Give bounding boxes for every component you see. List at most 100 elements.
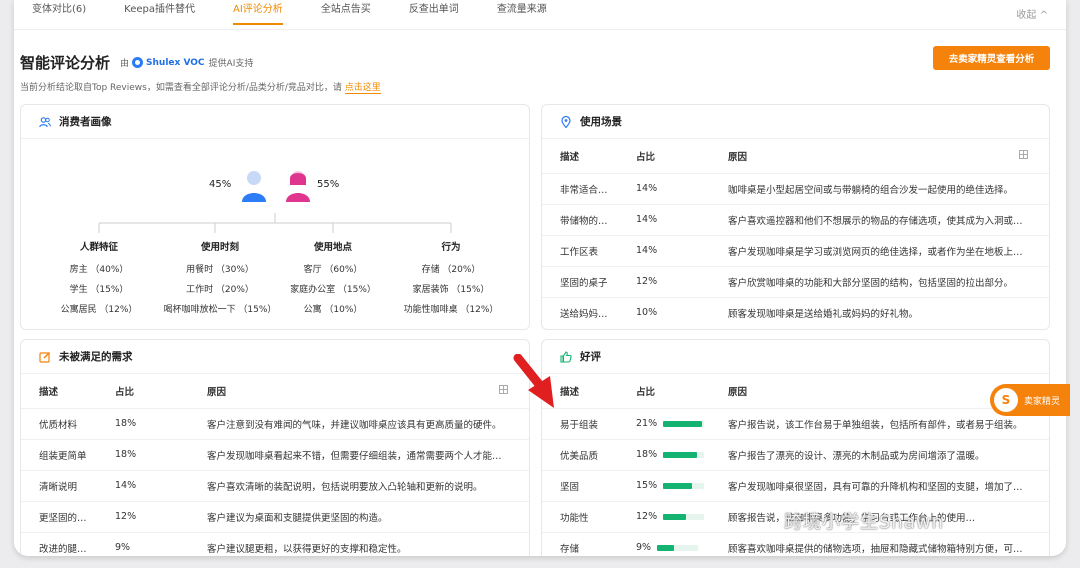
table-row: 优美品质 18% 客户报告了漂亮的设计、漂亮的木制品或为房间增添了温暖。 xyxy=(542,438,1049,470)
progress-bar-fill xyxy=(663,420,703,427)
category-behavior: 行为 存储 （20%） 家居装饰 （15%） 功能性咖啡桌 （12%） xyxy=(396,239,506,322)
column-header: 原因 xyxy=(728,151,748,163)
column-header: 占比 xyxy=(636,386,656,398)
category-crowd: 人群特征 房主 （40%） 学生 （15%） 公寓居民 （12%） xyxy=(44,239,154,322)
category-item: 公寓居民 （12%） xyxy=(60,305,138,315)
tab-bar: 变体对比(6) Keepa插件替代 AI评论分析 全站点告买 反查出单词 查流量… xyxy=(14,0,1066,30)
row-reason: 客户建议腿更粗，以获得更好的支撑和稳定性。 xyxy=(207,531,529,556)
by-prefix: 由 xyxy=(120,59,130,69)
category-item: 功能性咖啡桌 （12%） xyxy=(403,305,499,315)
table-row: 带储物的… 14% 客户喜欢遥控器和他们不想展示的物品的存储选项，使其成为入洞或… xyxy=(542,203,1049,235)
row-desc: 坚固的桌子 xyxy=(542,265,636,297)
scenario-table: 描述 占比 原因 非常适合… 14% 咖啡桌是小型起居空间或与带躺椅的组合沙发一起使… xyxy=(542,139,1049,328)
category-place: 使用地点 客厅 （60%） 家庭办公室 （15%） 公寓 （10%） xyxy=(278,239,388,322)
row-pct: 18% xyxy=(115,407,207,439)
category-item: 用餐时 （30%） xyxy=(186,265,254,275)
brand-suffix: 提供AI支持 xyxy=(208,59,254,69)
collapse-button[interactable]: 收起 ^ xyxy=(1016,6,1048,21)
row-pct: 14% xyxy=(636,172,728,204)
shulex-logo-icon xyxy=(132,57,144,68)
category-item: 家居装饰 （15%） xyxy=(412,285,490,295)
row-reason: 客户注意到没有难闻的气味，并建议咖啡桌应该具有更高质量的硬件。 xyxy=(207,407,529,439)
tab-traffic-source[interactable]: 查流量来源 xyxy=(497,0,547,15)
row-pct: 9% xyxy=(115,531,207,556)
row-pct: 9% xyxy=(636,542,652,554)
column-header: 原因 xyxy=(728,386,748,398)
row-reason: 客户报告了漂亮的设计、漂亮的木制品或为房间增添了温暖。 xyxy=(728,438,1049,470)
progress-bar xyxy=(663,451,705,458)
table-row: 改进的腿… 9% 客户建议腿更粗，以获得更好的支撑和稳定性。 xyxy=(21,531,529,556)
category-time: 使用时刻 用餐时 （30%） 工作时 （20%） 喝杯咖啡放松一下 （15%） xyxy=(160,239,280,322)
row-desc: 易于组装 xyxy=(542,407,636,439)
row-desc: 功能性 xyxy=(542,500,636,532)
row-reason: 客户发现咖啡桌是学习或浏览网页的绝佳选择，或者作为坐在地板上… xyxy=(728,234,1049,266)
table-row: 存储 9% 顾客喜欢咖啡桌提供的储物选项，抽屉和隐藏式储物箱特别方便，可… xyxy=(542,531,1049,556)
row-pct-cell: 18% xyxy=(636,438,728,470)
subtitle-text: 当前分析结论取自Top Reviews，如需查看全部评论分析/品类分析/竞品对比… xyxy=(20,83,342,93)
row-desc: 带储物的… xyxy=(542,203,636,235)
seller-sprite-logo-icon: S xyxy=(994,388,1018,412)
table-row: 非常适合… 14% 咖啡桌是小型起居空间或与带躺椅的组合沙发一起使用的绝佳选择。 xyxy=(542,172,1049,204)
progress-bar-fill xyxy=(663,482,692,489)
row-reason: 咖啡桌是小型起居空间或与带躺椅的组合沙发一起使用的绝佳选择。 xyxy=(728,172,1049,204)
column-header: 描述 xyxy=(39,386,59,398)
tab-variants[interactable]: 变体对比(6) xyxy=(32,0,86,15)
row-desc: 存储 xyxy=(542,531,636,556)
table-row: 清晰说明 14% 客户喜欢清晰的装配说明，包括说明要放入凸轮轴和更新的说明。 xyxy=(21,469,529,501)
tab-reverse-keywords[interactable]: 反查出单词 xyxy=(409,0,459,15)
progress-bar-fill xyxy=(657,544,675,551)
grid-icon[interactable] xyxy=(499,384,508,394)
tab-ai-review[interactable]: AI评论分析 xyxy=(233,0,283,25)
row-pct: 10% xyxy=(636,296,728,328)
edit-icon xyxy=(39,351,51,363)
row-reason: 客户喜欢清晰的装配说明，包括说明要放入凸轮轴和更新的说明。 xyxy=(207,469,529,501)
table-row: 组装更简单 18% 客户发现咖啡桌看起来不错，但需要仔细组装，通常需要两个人才能… xyxy=(21,438,529,470)
table-row: 更坚固的… 12% 客户建议为桌面和支腿提供更坚固的构造。 xyxy=(21,500,529,532)
category-item: 学生 （15%） xyxy=(69,285,129,295)
progress-bar-fill xyxy=(663,451,697,458)
row-desc: 送给妈妈… xyxy=(542,296,636,328)
users-icon xyxy=(39,116,51,128)
chevron-up-icon: ^ xyxy=(1039,10,1048,21)
category-item: 家庭办公室 （15%） xyxy=(290,285,376,295)
view-analysis-button[interactable]: 去卖家精灵查看分析 xyxy=(933,46,1050,70)
card-title: 未被满足的需求 xyxy=(59,351,133,363)
table-row: 易于组装 21% 客户报告说，该工作台易于单独组装，包括所有部件，或者易于组装。 xyxy=(542,407,1049,439)
row-pct: 12% xyxy=(636,511,658,522)
table-row: 送给妈妈… 10% 顾客发现咖啡桌是送给婚礼或妈妈的好礼物。 xyxy=(542,296,1049,328)
row-pct: 14% xyxy=(115,469,207,501)
row-pct-cell: 21% xyxy=(636,407,728,439)
row-reason: 客户喜欢遥控器和他们不想展示的物品的存储选项，使其成为入洞或… xyxy=(728,203,1049,235)
tab-all-sites[interactable]: 全站点告买 xyxy=(321,0,371,15)
red-arrow-annotation xyxy=(513,354,554,408)
progress-bar xyxy=(663,482,705,489)
column-header: 描述 xyxy=(560,151,580,163)
click-here-link[interactable]: 点击这里 xyxy=(344,83,381,94)
row-desc: 优美品质 xyxy=(542,438,636,470)
unmet-table: 描述 占比 原因 优质材料 18% 客户注意到没有难闻的气味，并建议咖啡桌应该具有更… xyxy=(21,374,529,556)
card-title: 使用场景 xyxy=(580,116,622,128)
row-reason: 顾客发现咖啡桌是送给婚礼或妈妈的好礼物。 xyxy=(728,296,1049,328)
category-item: 房主 （40%） xyxy=(69,265,129,275)
collapse-label: 收起 xyxy=(1016,10,1037,21)
category-item: 工作时 （20%） xyxy=(186,285,254,295)
row-desc: 坚固 xyxy=(542,469,636,501)
seller-sprite-float-button[interactable]: S 卖家精灵 xyxy=(990,384,1070,416)
row-pct: 14% xyxy=(636,234,728,266)
row-pct: 12% xyxy=(115,500,207,532)
row-reason: 顾客喜欢咖啡桌提供的储物选项，抽屉和隐藏式储物箱特别方便，可… xyxy=(728,531,1049,556)
row-pct-cell: 9% xyxy=(636,531,728,556)
column-header: 占比 xyxy=(115,386,135,398)
table-row: 坚固的桌子 12% 客户欣赏咖啡桌的功能和大部分坚固的结构，包括坚固的拉出部分。 xyxy=(542,265,1049,297)
category-title: 行为 xyxy=(441,242,461,253)
category-title: 使用地点 xyxy=(313,242,352,253)
card-title: 好评 xyxy=(580,351,601,363)
powered-by: 由 Shulex VOC 提供AI支持 xyxy=(120,56,253,69)
watermark: 跨境小学生Shawn xyxy=(784,512,944,533)
row-desc: 改进的腿… xyxy=(21,531,115,556)
tab-keepa[interactable]: Keepa插件替代 xyxy=(124,0,195,15)
grid-icon[interactable] xyxy=(1019,149,1028,159)
category-item: 喝杯咖啡放松一下 （15%） xyxy=(163,305,277,315)
subtitle: 当前分析结论取自Top Reviews，如需查看全部评论分析/品类分析/竞品对比… xyxy=(20,80,381,94)
row-pct: 21% xyxy=(636,418,658,429)
